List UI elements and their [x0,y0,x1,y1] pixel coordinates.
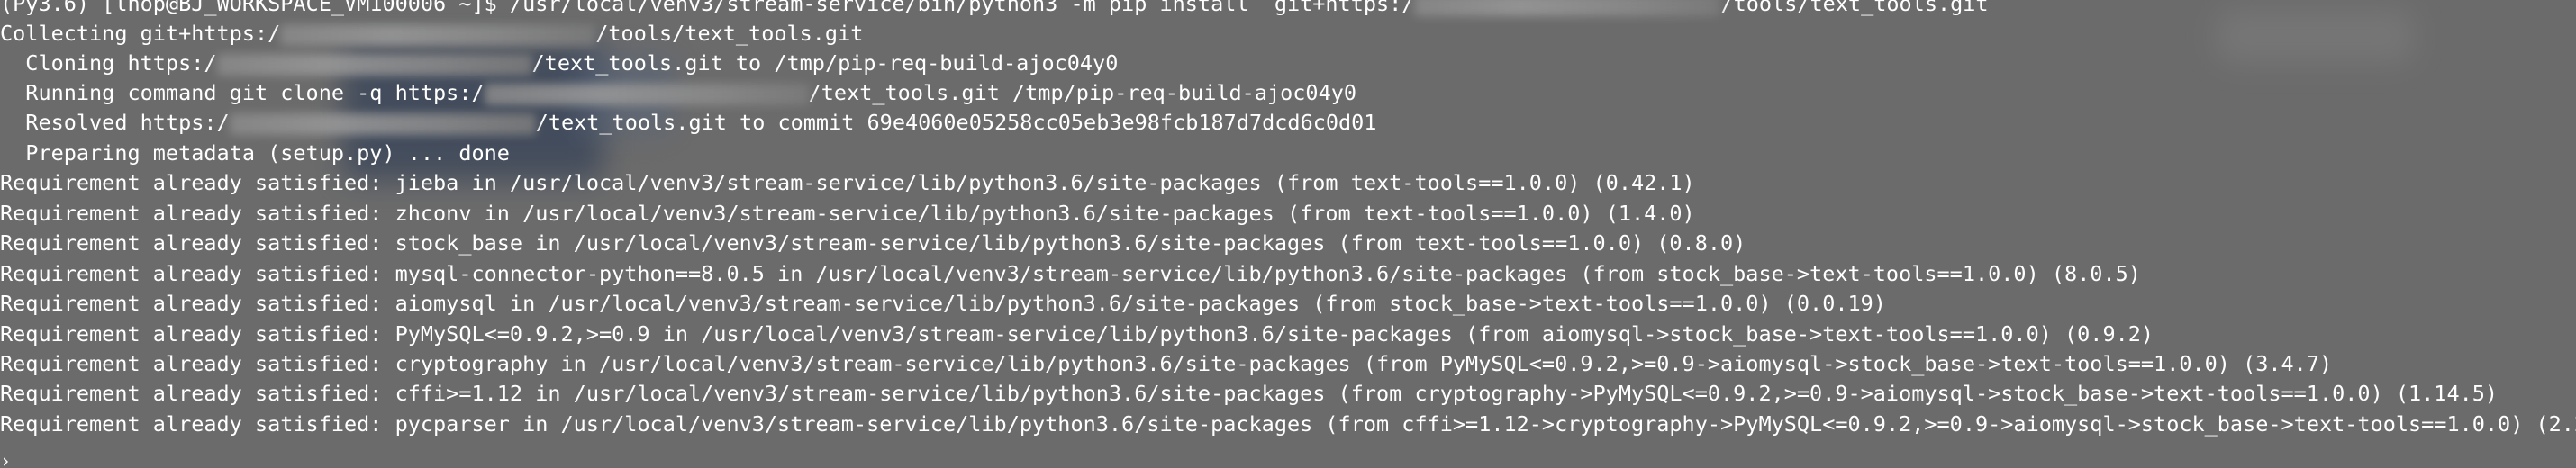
terminal-line: Requirement already satisfied: cryptogra… [0,349,2332,379]
terminal-line: Requirement already satisfied: aiomysql … [0,289,1886,319]
terminal-line: Requirement already satisfied: jieba in … [0,168,1695,198]
line-text: /tools/text_tools.git [595,21,864,46]
line-text: Requirement already satisfied: PyMySQL<=… [0,321,2154,346]
line-text: /text_tools.git /tmp/pip-req-build-ajoc0… [808,80,1357,105]
terminal-line: Requirement already satisfied: PyMySQL<=… [0,320,2154,349]
terminal-line: Running command git clone -q https:/ /tex… [0,78,1356,108]
line-text: Collecting git+https:/ [0,21,281,46]
redacted-host [216,53,532,76]
line-text: Running command git clone -q https:/ [0,80,485,105]
line-text: /tools/text_tools.git [1720,0,1989,16]
line-text: Requirement already satisfied: cryptogra… [0,351,2333,376]
terminal-line: Requirement already satisfied: zhconv in… [0,199,1695,229]
terminal-line: Requirement already satisfied: cffi>=1.1… [0,379,2498,409]
terminal-line: Resolved https:/ /text_tools.git to commi… [0,108,1376,138]
redacted-host [280,23,596,46]
line-text: Requirement already satisfied: jieba in … [0,170,1695,195]
redacted-host [1414,0,1721,16]
terminal-cursor: › [0,450,12,468]
line-text: /text_tools.git to /tmp/pip-req-build-aj… [531,50,1119,76]
terminal-line: Requirement already satisfied: mysql-con… [0,259,2141,289]
line-text: Requirement already satisfied: zhconv in… [0,201,1695,226]
line-text: Requirement already satisfied: mysql-con… [0,261,2141,286]
line-text: /text_tools.git to commit 69e4060e05258c… [535,110,1377,135]
redacted-host [229,112,536,135]
line-text: Cloning https:/ [0,50,217,76]
redacted-host [484,83,809,105]
terminal-line-command: (Py3.6) [lhop@BJ_WORKSPACE_VM100006 ~]$ … [0,0,1989,19]
line-text: Requirement already satisfied: pycparser… [0,411,2576,436]
line-text: Requirement already satisfied: aiomysql … [0,291,1886,316]
line-text: Requirement already satisfied: cffi>=1.1… [0,381,2499,406]
terminal-window[interactable]: (Py3.6) [lhop@BJ_WORKSPACE_VM100006 ~]$ … [0,0,2576,468]
line-text: Requirement already satisfied: stock_bas… [0,230,1746,256]
redaction-smear [2216,9,2414,63]
line-text: (Py3.6) [lhop@BJ_WORKSPACE_VM100006 ~]$ … [0,0,1415,16]
line-text: Preparing metadata (setup.py) ... done [0,140,510,166]
line-text: Resolved https:/ [0,110,230,135]
terminal-line: Cloning https:/ /text_tools.git to /tmp/p… [0,49,1118,78]
terminal-line: Preparing metadata (setup.py) ... done [0,139,510,168]
terminal-line: Requirement already satisfied: stock_bas… [0,229,1746,258]
terminal-line: Requirement already satisfied: pycparser… [0,410,2576,439]
terminal-line: Collecting git+https:/ /tools/text_tools.… [0,19,863,49]
